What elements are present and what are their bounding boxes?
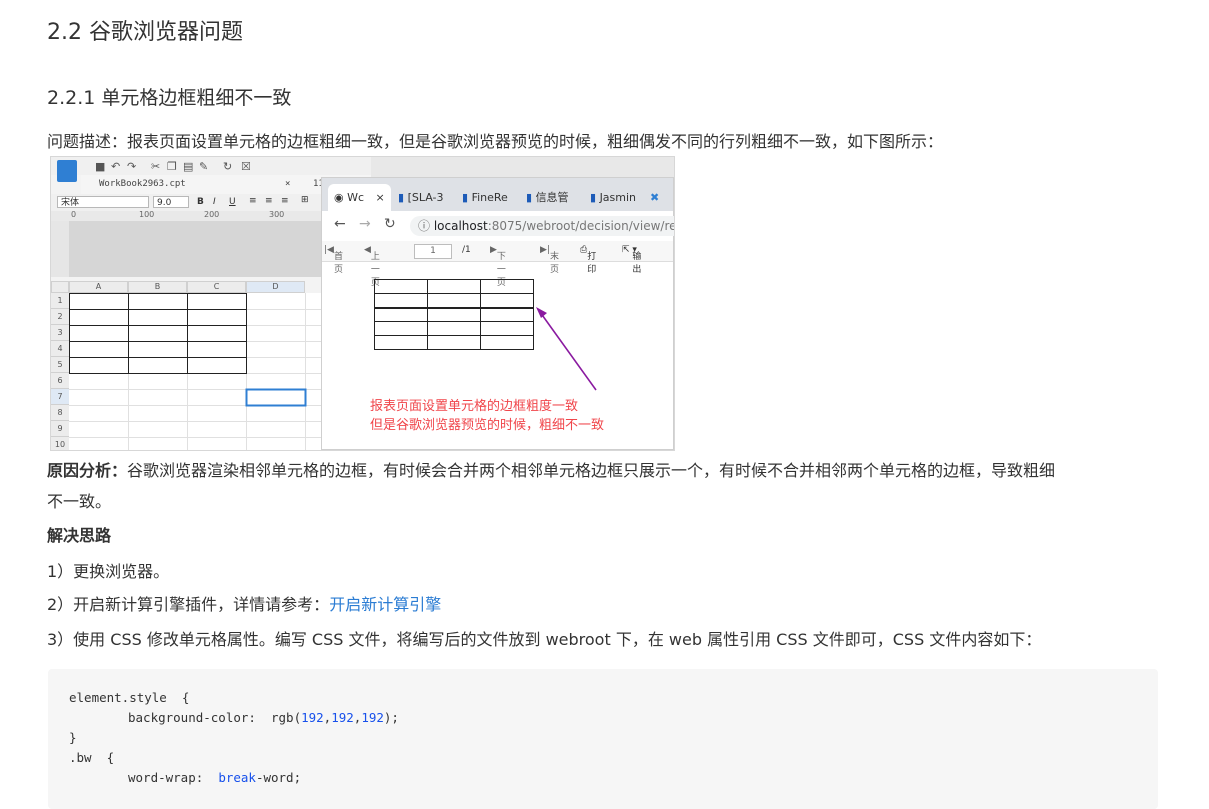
finereport-icon: ▮	[398, 191, 405, 204]
browser-tab-active[interactable]: ◉ Wc ×	[328, 184, 391, 211]
page-total: /1	[462, 245, 471, 255]
browser-tabs: ◉ Wc × ▮ [SLA-3 ▮ FineRe ▮ 信息管 ▮ Jasmin …	[322, 178, 673, 211]
italic-button[interactable]: I	[213, 197, 216, 207]
align-center-icon[interactable]: ≡	[265, 196, 273, 206]
annotation-line-1: 报表页面设置单元格的边框粗度一致	[370, 399, 579, 414]
annotation-line-2: 但是谷歌浏览器预览的时候，粗细不一致	[370, 418, 605, 433]
browser-tab[interactable]: ▮ FineRe	[462, 184, 508, 211]
column-header-c[interactable]: C	[187, 281, 246, 293]
preview-icon[interactable]: ☒	[241, 160, 251, 173]
row-header[interactable]: 5	[51, 357, 69, 373]
browser-tab[interactable]: ▮ Jasmin	[590, 184, 636, 211]
redo-icon[interactable]: ↷	[127, 160, 136, 173]
format-painter-icon[interactable]: ✎	[199, 160, 208, 173]
finereport-icon: ▮	[526, 191, 533, 204]
page-number-input[interactable]: 1	[414, 244, 452, 259]
cut-icon[interactable]: ✂	[151, 160, 160, 173]
copy-icon[interactable]: ❐	[167, 160, 177, 173]
row-header[interactable]: 7	[51, 389, 69, 405]
browser-tab[interactable]: ▮ 信息管	[526, 184, 569, 211]
row-header[interactable]: 10	[51, 437, 69, 450]
row-header[interactable]: 6	[51, 373, 69, 389]
finereport-icon: ▮	[462, 191, 469, 204]
row-header[interactable]: 4	[51, 341, 69, 357]
code-line: background-color: rgb(192,192,192);	[128, 710, 399, 725]
address-bar-row: ← → ↻ ⓘ localhost:8075/webroot/decision/…	[322, 211, 674, 242]
code-line: }	[69, 730, 77, 745]
font-select[interactable]: 宋体	[57, 196, 149, 208]
solution-step-3: 3）使用 CSS 修改单元格属性。编写 CSS 文件，将编写后的文件放到 web…	[47, 630, 1042, 649]
file-tab-workbook[interactable]: WorkBook2963.cpt	[99, 179, 186, 189]
bold-button[interactable]: B	[197, 197, 204, 207]
column-header-a[interactable]: A	[69, 281, 128, 293]
back-icon[interactable]: ←	[334, 216, 346, 232]
print-button[interactable]: ⎙ 打印	[580, 245, 596, 275]
align-right-icon[interactable]: ≡	[281, 196, 289, 206]
row-header[interactable]: 1	[51, 293, 69, 309]
row-header[interactable]: 2	[51, 309, 69, 325]
code-line: .bw {	[69, 750, 115, 765]
report-toolbar: |◀ 首页 ◀ 上一页 1 /1 ▶ 下一页 ▶| 末页 ⎙ 打印 ⇱ 输出 ▾	[322, 241, 673, 288]
underline-button[interactable]: U	[229, 197, 236, 207]
app-logo-icon	[57, 160, 77, 182]
vertical-ruler	[51, 221, 70, 277]
new-engine-link[interactable]: 开启新计算引擎	[329, 595, 441, 614]
corner-cell	[51, 281, 69, 293]
browser-window: ◉ Wc × ▮ [SLA-3 ▮ FineRe ▮ 信息管 ▮ Jasmin …	[321, 177, 674, 450]
align-left-icon[interactable]: ≡	[249, 196, 257, 206]
first-page-button[interactable]: |◀ 首页	[324, 245, 343, 275]
font-size-select[interactable]: 9.0	[153, 196, 189, 208]
jira-icon: ✖	[650, 191, 660, 204]
column-header-d[interactable]: D	[246, 281, 305, 293]
cause-analysis: 原因分析：谷歌浏览器渲染相邻单元格的边框，有时候会合并两个相邻单元格边框只展示一…	[47, 461, 1056, 511]
annotation-arrow	[536, 307, 597, 391]
paste-icon[interactable]: ▤	[183, 160, 193, 173]
next-page-button[interactable]: ▶ 下一页	[490, 245, 506, 288]
subsection-heading: 2.2.1 单元格边框粗细不一致	[47, 87, 292, 109]
refresh-icon[interactable]: ↻	[223, 160, 232, 173]
last-page-button[interactable]: ▶| 末页	[540, 245, 559, 275]
code-block: element.style { background-color: rgb(19…	[48, 669, 1158, 809]
save-icon[interactable]: ■	[95, 160, 105, 173]
forward-icon[interactable]: →	[359, 216, 371, 232]
code-line: word-wrap: break-word;	[128, 770, 302, 785]
browser-tab[interactable]: ▮ [SLA-3	[398, 184, 443, 211]
designer-toolbar: ■ ↶ ↷ ✂ ❐ ▤ ✎ ↻ ☒	[51, 157, 371, 175]
row-header[interactable]: 3	[51, 325, 69, 341]
border-icon[interactable]: ⊞	[301, 195, 309, 205]
solution-step-2: 2）开启新计算引擎插件，详情请参考：开启新计算引擎	[47, 595, 442, 614]
code-line: element.style {	[69, 690, 190, 705]
row-header[interactable]: 8	[51, 405, 69, 421]
close-icon[interactable]: ×	[285, 179, 290, 189]
row-header[interactable]: 9	[51, 421, 69, 437]
export-button[interactable]: ⇱ 输出 ▾	[622, 245, 641, 275]
prev-page-button[interactable]: ◀ 上一页	[364, 245, 380, 288]
embedded-screenshot: ■ ↶ ↷ ✂ ❐ ▤ ✎ ↻ ☒ WorkBook2963.cpt × 1 1 1…	[51, 157, 674, 450]
url-bar[interactable]: ⓘ localhost:8075/webroot/decision/view/r…	[410, 216, 674, 236]
cause-label: 原因分析：	[47, 461, 128, 480]
column-header-b[interactable]: B	[128, 281, 187, 293]
undo-icon[interactable]: ↶	[111, 160, 120, 173]
close-tab-icon[interactable]: ×	[376, 191, 385, 204]
chrome-icon: ◉	[334, 191, 344, 204]
solution-title: 解决思路	[47, 526, 112, 545]
section-heading: 2.2 谷歌浏览器问题	[47, 20, 243, 45]
browser-tab[interactable]: ✖	[650, 184, 659, 211]
problem-description: 问题描述：报表页面设置单元格的边框粗细一致，但是谷歌浏览器预览的时候，粗细偶发不…	[47, 132, 944, 151]
solution-step-1: 1）更换浏览器。	[47, 562, 170, 581]
finereport-icon: ▮	[590, 191, 597, 204]
info-icon: ⓘ	[418, 219, 431, 233]
reload-icon[interactable]: ↻	[384, 216, 396, 232]
